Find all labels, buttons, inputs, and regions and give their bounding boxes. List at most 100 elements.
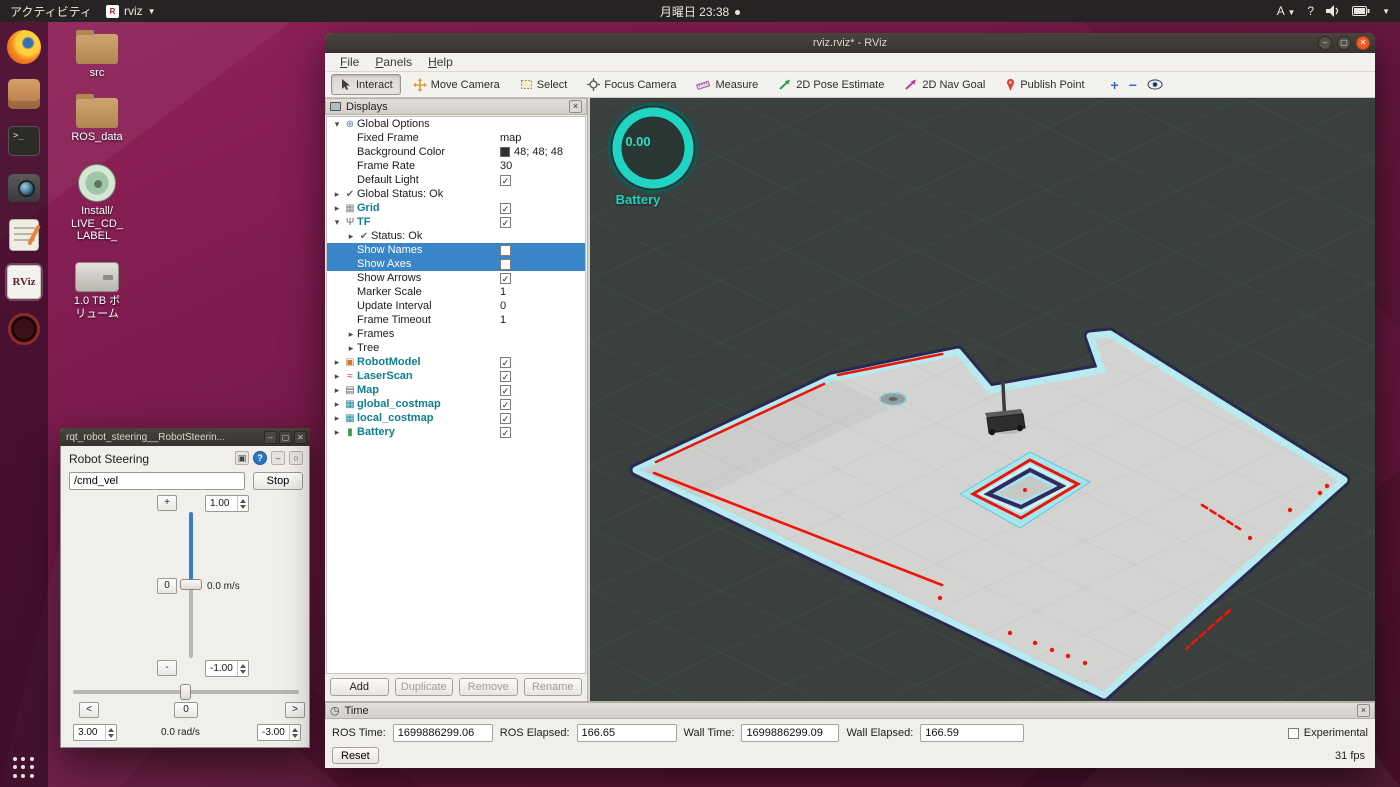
- dock-item-files[interactable]: [5, 75, 43, 113]
- expand-arrow-icon[interactable]: ▸: [331, 399, 343, 410]
- dock-item-text-editor[interactable]: [5, 216, 43, 254]
- show-applications-button[interactable]: [13, 757, 35, 779]
- display-row-value[interactable]: ✓: [497, 201, 585, 215]
- topic-input[interactable]: [69, 472, 245, 490]
- checkbox[interactable]: ✓: [500, 412, 511, 424]
- 3d-viewport[interactable]: 0.00 Battery: [590, 98, 1375, 701]
- remove-tool-button[interactable]: −: [1129, 77, 1137, 93]
- display-row-show-axes[interactable]: Show Axes: [327, 257, 585, 271]
- display-row-global-options[interactable]: ▾ ⊕ Global Options: [327, 117, 585, 131]
- close-icon[interactable]: ×: [569, 100, 582, 113]
- linear-max-spinner[interactable]: 1.00: [205, 495, 249, 512]
- display-row-update-interval[interactable]: Update Interval 0: [327, 299, 585, 313]
- angular-max-spinner[interactable]: 3.00: [73, 724, 117, 741]
- tool-focus-camera[interactable]: Focus Camera: [579, 74, 684, 95]
- checkbox[interactable]: ✓: [500, 174, 511, 186]
- dock-item-camera[interactable]: [5, 169, 43, 207]
- ros-time-input[interactable]: [392, 724, 493, 742]
- expand-arrow-icon[interactable]: ▸: [331, 427, 343, 438]
- display-row-robotmodel[interactable]: ▸ ▣ RobotModel ✓: [327, 355, 585, 369]
- help-icon[interactable]: ?: [253, 451, 267, 465]
- display-row-value[interactable]: ✓: [497, 383, 585, 397]
- display-row-value[interactable]: ✓: [497, 215, 585, 229]
- dock-item-rviz[interactable]: RViz: [5, 263, 43, 301]
- checkbox[interactable]: ✓: [500, 398, 511, 410]
- display-row-value[interactable]: ✓: [497, 397, 585, 411]
- wall-elapsed-input[interactable]: [920, 724, 1025, 742]
- display-row-local-costmap[interactable]: ▸ ▦ local_costmap ✓: [327, 411, 585, 425]
- menu-file[interactable]: File: [333, 54, 366, 70]
- display-row-global-costmap[interactable]: ▸ ▦ global_costmap ✓: [327, 397, 585, 411]
- close-button[interactable]: ✕: [1356, 36, 1370, 50]
- desktop-icon-src[interactable]: src: [54, 30, 140, 80]
- angular-min-spinner[interactable]: -3.00: [257, 724, 301, 741]
- checkbox[interactable]: ✓: [500, 272, 511, 284]
- spinner-arrows-icon[interactable]: [237, 496, 248, 511]
- checkbox[interactable]: ✓: [500, 384, 511, 396]
- dock-item-terminal[interactable]: >_: [5, 122, 43, 160]
- display-row-frame-timeout[interactable]: Frame Timeout 1: [327, 313, 585, 327]
- ros-elapsed-input[interactable]: [576, 724, 677, 742]
- desktop-icon-ros-data[interactable]: ROS_data: [54, 94, 140, 144]
- checkbox[interactable]: ✓: [500, 426, 511, 438]
- expand-arrow-icon[interactable]: ▸: [331, 385, 343, 396]
- checkbox[interactable]: ✓: [500, 370, 511, 382]
- linear-zero-button[interactable]: 0: [157, 578, 177, 594]
- expand-arrow-icon[interactable]: ▸: [345, 231, 357, 242]
- activities-button[interactable]: アクティビティ: [10, 3, 92, 20]
- dock-widget-icon[interactable]: ▣: [235, 451, 249, 465]
- expand-arrow-icon[interactable]: ▸: [331, 189, 343, 200]
- volume-icon[interactable]: [1326, 5, 1340, 17]
- help-indicator[interactable]: ?: [1307, 4, 1314, 18]
- angular-zero-button[interactable]: 0: [174, 702, 198, 718]
- minimize-button[interactable]: –: [264, 431, 277, 444]
- display-row-default-light[interactable]: Default Light ✓: [327, 173, 585, 187]
- expand-arrow-icon[interactable]: ▸: [345, 329, 357, 340]
- linear-plus-button[interactable]: +: [157, 495, 177, 511]
- tool-2d-nav-goal[interactable]: 2D Nav Goal: [896, 74, 993, 95]
- display-row-tree[interactable]: ▸ Tree: [327, 341, 585, 355]
- expand-arrow-icon[interactable]: ▸: [345, 343, 357, 354]
- tool-2d-pose-estimate[interactable]: 2D Pose Estimate: [770, 74, 892, 95]
- display-row-tf[interactable]: ▾ Ψ TF ✓: [327, 215, 585, 229]
- close-icon[interactable]: ×: [1357, 704, 1370, 717]
- display-row-value[interactable]: map: [497, 131, 585, 145]
- rqt-titlebar[interactable]: rqt_robot_steering__RobotSteerin... – ▢ …: [60, 428, 310, 446]
- display-row-value[interactable]: ✓: [497, 369, 585, 383]
- tool-publish-point[interactable]: Publish Point: [997, 74, 1092, 95]
- dock-item-media[interactable]: [5, 310, 43, 348]
- tool-interact[interactable]: Interact: [331, 74, 401, 95]
- eye-icon[interactable]: [1147, 79, 1163, 90]
- display-row-frame-rate[interactable]: Frame Rate 30: [327, 159, 585, 173]
- display-row-fixed-frame[interactable]: Fixed Frame map: [327, 131, 585, 145]
- display-row-value[interactable]: ✓: [497, 173, 585, 187]
- menu-help[interactable]: Help: [421, 54, 460, 70]
- checkbox[interactable]: ✓: [500, 202, 511, 214]
- experimental-checkbox[interactable]: [1287, 727, 1299, 739]
- spinner-arrows-icon[interactable]: [105, 725, 116, 740]
- clock[interactable]: 月曜日 23:38: [660, 5, 729, 19]
- display-row-value[interactable]: ✓: [497, 425, 585, 439]
- add-button[interactable]: Add: [330, 678, 389, 696]
- display-row-value[interactable]: 1: [497, 285, 585, 299]
- time-panel-header[interactable]: ◷ Time ×: [325, 702, 1375, 719]
- desktop-icon-volume[interactable]: 1.0 TB ボ リューム: [54, 262, 140, 320]
- wall-time-input[interactable]: [741, 724, 840, 742]
- display-row-value[interactable]: [497, 243, 585, 257]
- tool-select[interactable]: Select: [512, 74, 576, 95]
- checkbox[interactable]: [500, 244, 511, 256]
- minimize-icon[interactable]: –: [271, 451, 285, 465]
- display-row-status-ok[interactable]: ▸ ✔ Status: Ok: [327, 229, 585, 243]
- checkbox[interactable]: ✓: [500, 356, 511, 368]
- spinner-arrows-icon[interactable]: [289, 725, 300, 740]
- menu-panels[interactable]: Panels: [368, 54, 419, 70]
- display-row-global-status-ok[interactable]: ▸ ✔ Global Status: Ok: [327, 187, 585, 201]
- maximize-button[interactable]: ▢: [279, 431, 292, 444]
- expand-arrow-icon[interactable]: ▸: [331, 413, 343, 424]
- expand-arrow-icon[interactable]: ▸: [331, 203, 343, 214]
- expand-arrow-icon[interactable]: ▸: [331, 371, 343, 382]
- display-row-value[interactable]: ✓: [497, 271, 585, 285]
- display-row-value[interactable]: [497, 257, 585, 271]
- display-row-background-color[interactable]: Background Color 48; 48; 48: [327, 145, 585, 159]
- expand-arrow-icon[interactable]: ▸: [331, 357, 343, 368]
